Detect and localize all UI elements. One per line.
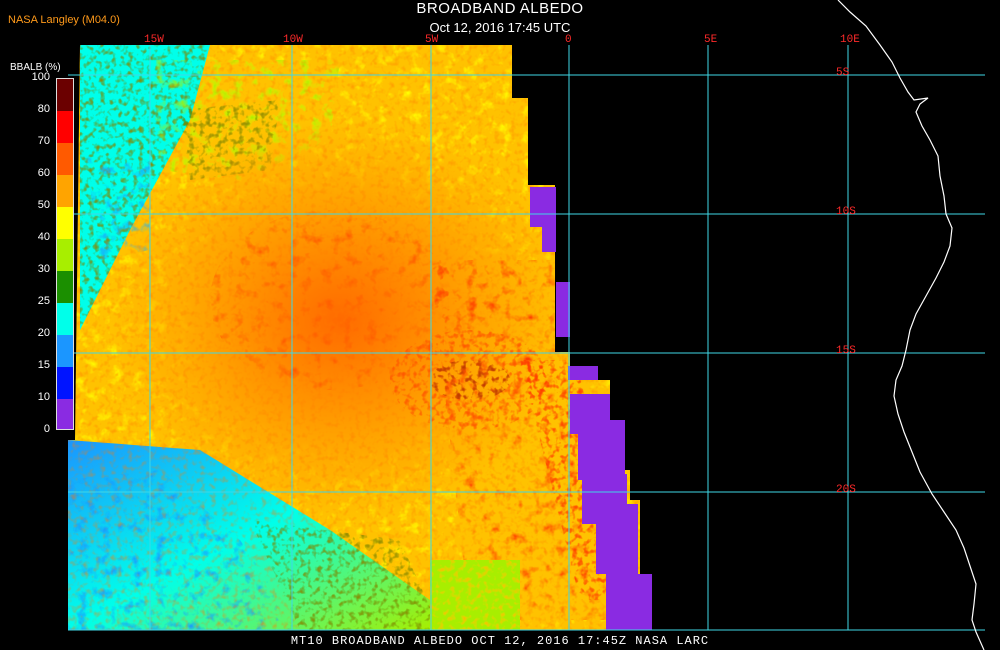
organization-label: NASA Langley (M04.0) <box>8 14 120 26</box>
footer-caption: MT10 BROADBAND ALBEDO OCT 12, 2016 17:45… <box>290 634 710 648</box>
legend-label: 50 <box>37 199 50 211</box>
legend-label: 10 <box>37 391 50 403</box>
legend-swatch-10 <box>57 367 73 399</box>
legend-label: 60 <box>37 167 50 179</box>
longitude-label-15w: 15W <box>144 34 164 46</box>
legend-label: 70 <box>37 135 50 147</box>
image-timestamp: Oct 12, 2016 17:45 UTC <box>429 20 571 35</box>
latitude-label-10s: 10S <box>836 206 856 218</box>
legend-swatch-9 <box>57 335 73 367</box>
longitude-label-10w: 10W <box>283 34 303 46</box>
legend-label: 100 <box>31 71 50 83</box>
image-title: BROADBAND ALBEDO <box>416 0 584 17</box>
legend-swatch-6 <box>57 239 73 271</box>
longitude-label-0: 0 <box>565 34 572 46</box>
latitude-label-15s: 15S <box>836 345 856 357</box>
legend-swatch-8 <box>57 303 73 335</box>
legend-swatch-5 <box>57 207 73 239</box>
legend-label: 80 <box>37 103 50 115</box>
coastline <box>837 0 985 650</box>
legend-label: 25 <box>37 295 50 307</box>
longitude-label-5w: 5W <box>425 34 439 46</box>
legend-label: 0 <box>43 423 50 435</box>
legend-swatch-11 <box>57 399 73 429</box>
albedo-map <box>68 0 985 650</box>
legend-label: 20 <box>37 327 50 339</box>
legend-swatch-3 <box>57 143 73 175</box>
legend-label: 15 <box>37 359 50 371</box>
latitude-label-20s: 20S <box>836 484 856 496</box>
legend-swatch-2 <box>57 111 73 143</box>
longitude-label-5e: 5E <box>704 34 718 46</box>
legend-swatch-1 <box>57 79 73 111</box>
longitude-label-10e: 10E <box>840 34 860 46</box>
satellite-image-viewer: NASA Langley (M04.0) BROADBAND ALBEDO Oc… <box>0 0 1000 650</box>
legend-swatch-7 <box>57 271 73 303</box>
legend-label: 40 <box>37 231 50 243</box>
latitude-label-5s: 5S <box>836 67 850 79</box>
legend-swatch-4 <box>57 175 73 207</box>
color-legend <box>56 78 74 430</box>
legend-label: 30 <box>37 263 50 275</box>
